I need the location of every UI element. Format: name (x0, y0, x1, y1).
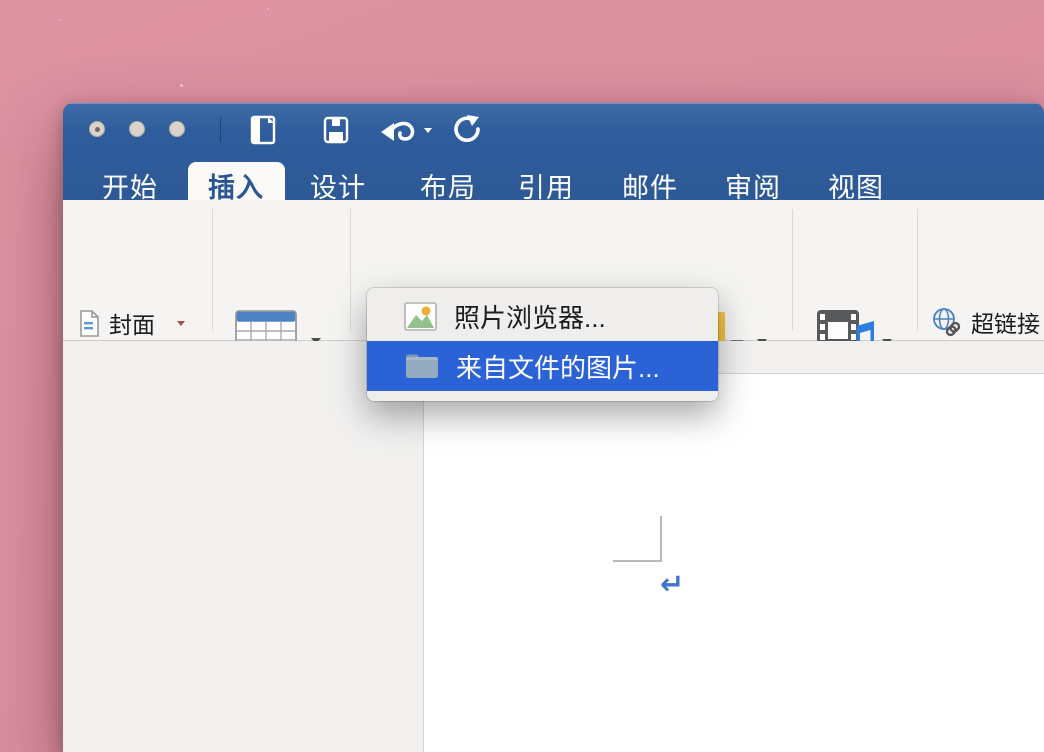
margin-corner-mark (613, 560, 662, 562)
cover-page-icon (79, 310, 100, 337)
undo-icon (378, 115, 418, 145)
cover-page-label: 封面 (109, 306, 155, 340)
save-icon (323, 116, 349, 144)
titlebar: 开始 插入 设计 布局 引用 邮件 审阅 视图 (63, 103, 1044, 200)
redo-icon (452, 114, 482, 146)
zoom-button[interactable] (169, 121, 185, 137)
group-divider (917, 209, 918, 331)
group-divider (350, 209, 351, 331)
sparkle-dot (180, 84, 183, 87)
group-divider (792, 209, 793, 331)
chevron-down-icon (424, 128, 432, 133)
menu-item-photo-browser[interactable]: 照片浏览器... (367, 291, 718, 341)
margin-corner-mark (660, 516, 662, 562)
pictures-dropdown-menu: 照片浏览器... 来自文件的图片... (367, 288, 718, 401)
toolbar-divider (220, 117, 221, 142)
undo-button[interactable] (377, 112, 419, 148)
hyperlink-icon (932, 307, 962, 337)
folder-icon (404, 351, 439, 381)
cover-page-button[interactable]: 封面 (79, 308, 185, 338)
new-document-button[interactable] (246, 112, 284, 148)
sparkle-dot (59, 19, 61, 21)
hyperlink-button[interactable]: 超链接 (932, 307, 1040, 337)
sparkle-dot (267, 8, 269, 10)
photo-browser-icon (404, 300, 437, 333)
save-button[interactable] (321, 112, 351, 148)
hyperlink-label: 超链接 (971, 305, 1040, 339)
new-document-icon (250, 115, 280, 145)
document-area: ↵ (63, 341, 1044, 752)
close-icon (95, 127, 100, 132)
redo-button[interactable] (451, 112, 483, 148)
menu-item-label: 照片浏览器... (454, 298, 606, 335)
group-divider (212, 209, 213, 331)
word-window: 开始 插入 设计 布局 引用 邮件 审阅 视图 封面 (63, 103, 1044, 752)
document-page[interactable]: ↵ (423, 373, 1044, 752)
undo-dropdown-button[interactable] (420, 112, 436, 148)
minimize-button[interactable] (129, 121, 145, 137)
menu-item-picture-from-file[interactable]: 来自文件的图片... (367, 341, 718, 391)
chevron-down-icon (177, 321, 185, 326)
desktop-background: 开始 插入 设计 布局 引用 邮件 审阅 视图 封面 (0, 0, 1044, 752)
paragraph-mark: ↵ (660, 570, 684, 599)
menu-item-label: 来自文件的图片... (456, 348, 660, 385)
close-button[interactable] (89, 121, 105, 137)
